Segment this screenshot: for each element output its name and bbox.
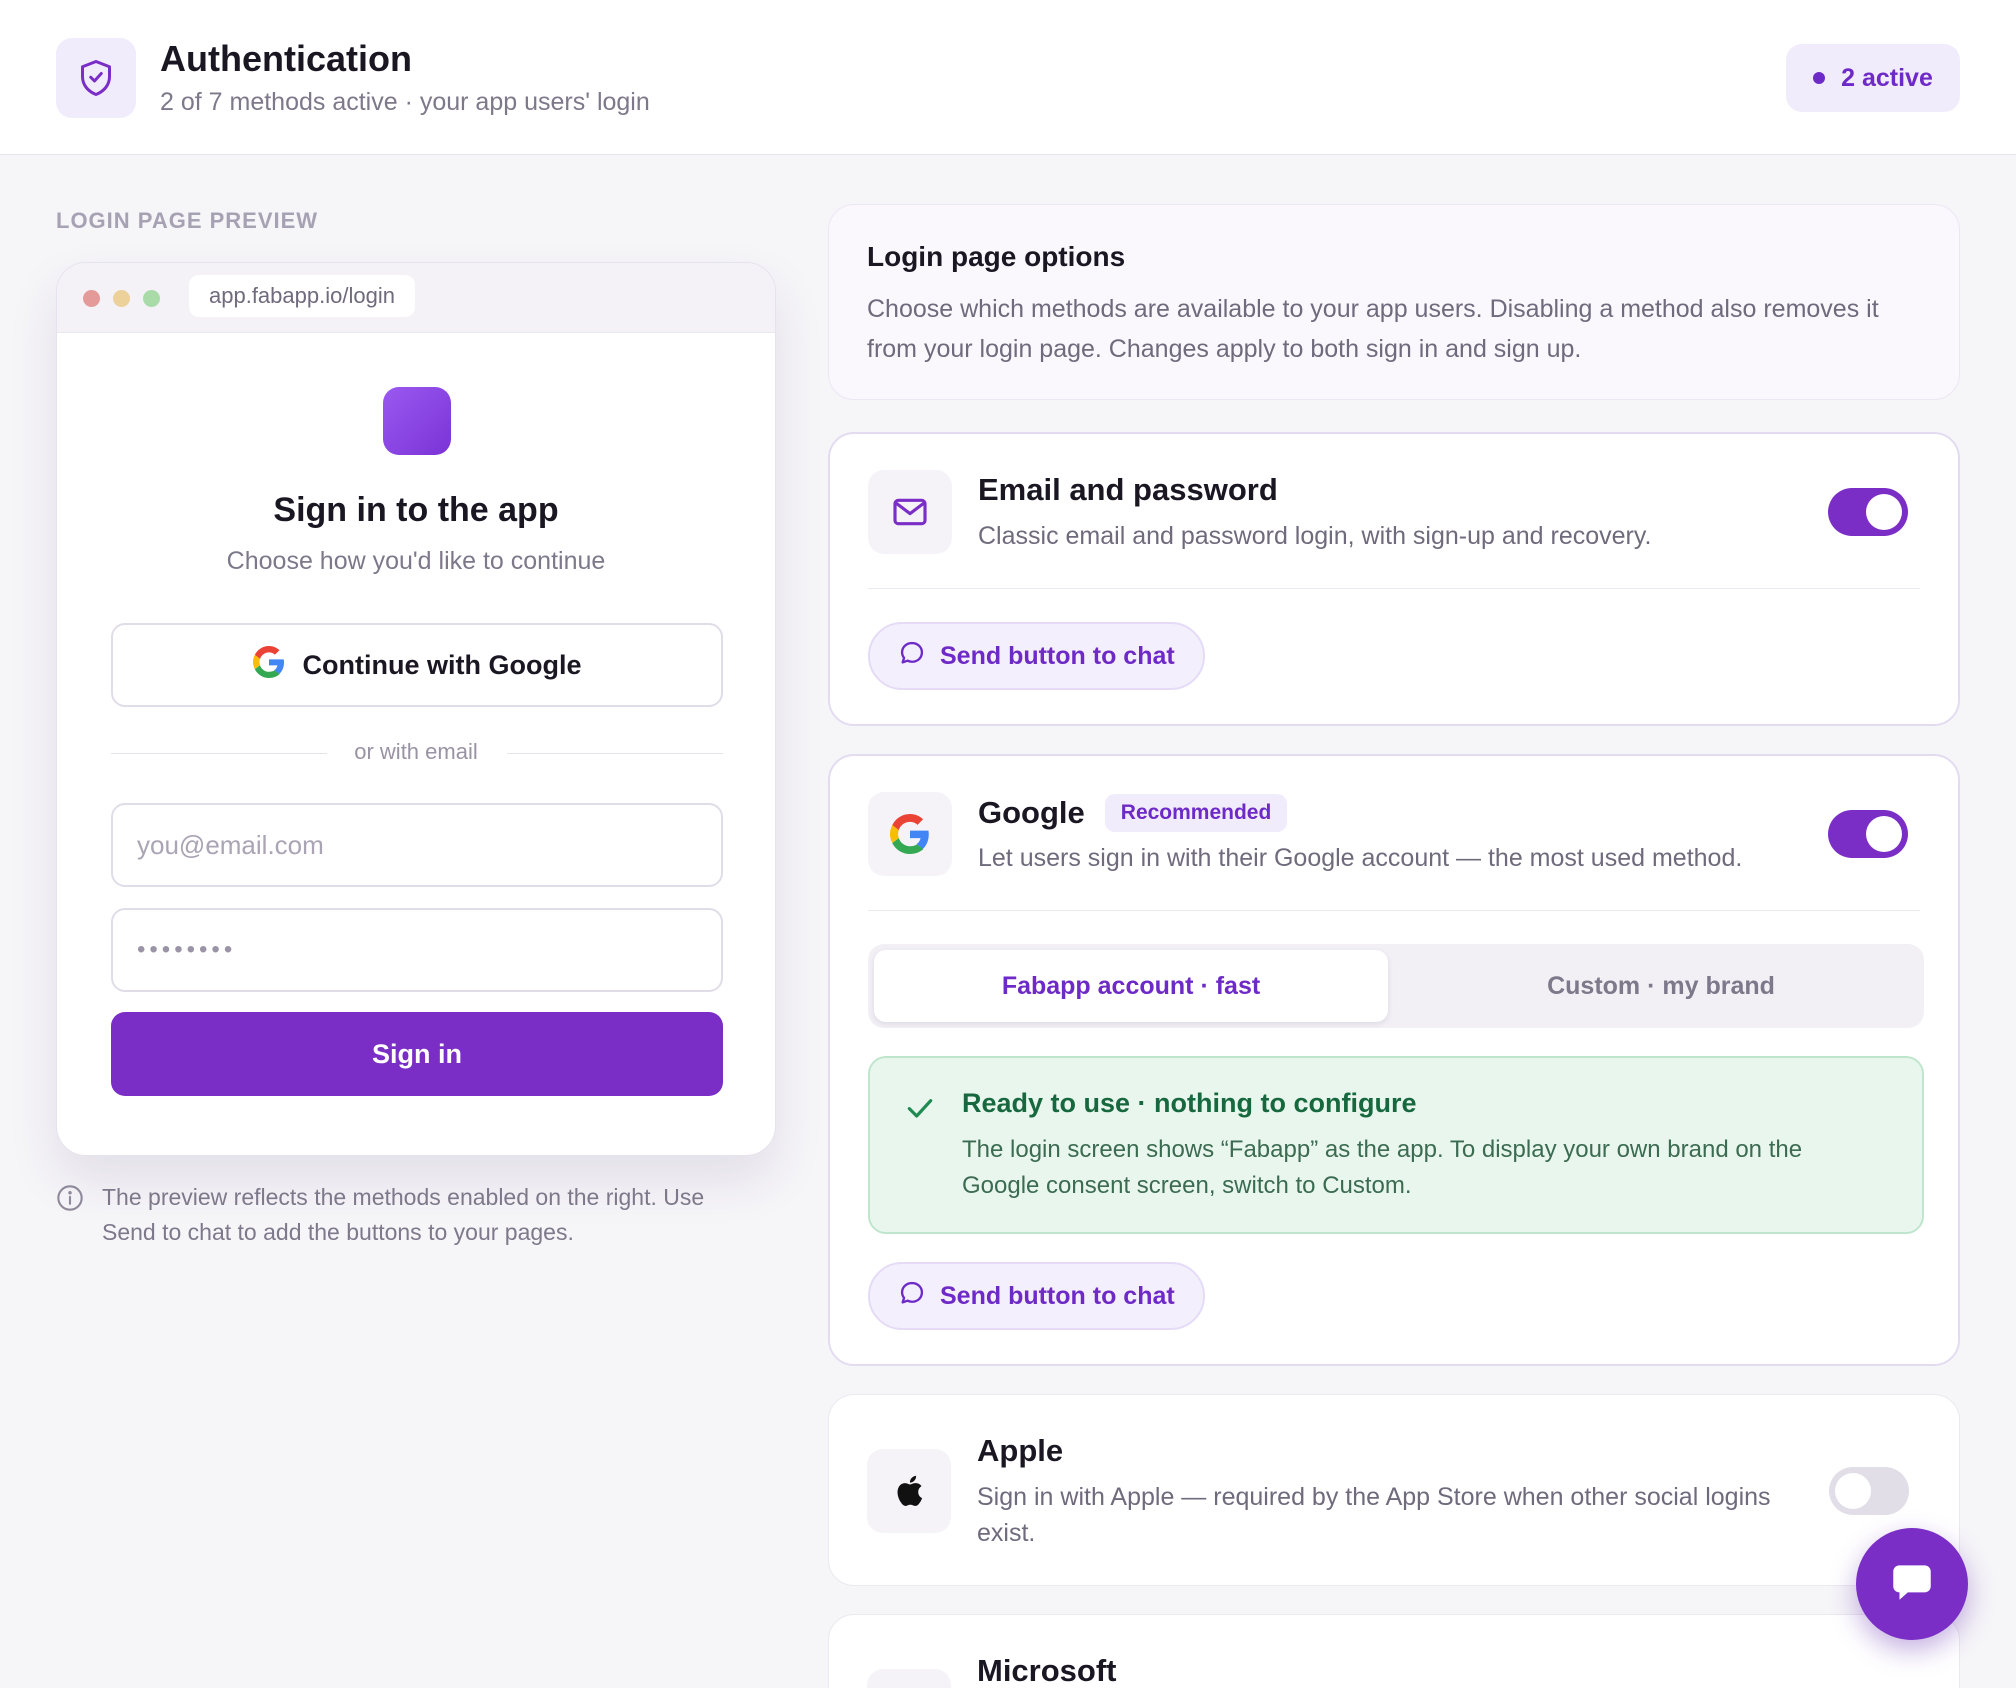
method-title: Email and password [978, 472, 1278, 507]
password-field[interactable]: •••••••• [111, 908, 723, 992]
google-icon [252, 645, 285, 685]
preview-title: Sign in to the app [273, 491, 559, 529]
google-icon [868, 792, 952, 876]
shield-check-icon [56, 38, 136, 118]
recommended-badge: Recommended [1104, 794, 1288, 832]
check-icon [904, 1092, 936, 1129]
mail-icon [868, 470, 952, 554]
divider-text: or with email [354, 739, 478, 764]
login-options-card: Login page options Choose which methods … [828, 204, 1960, 400]
status-dot-icon [1813, 72, 1826, 84]
options-title: Login page options [867, 241, 1126, 272]
send-email-button-to-chat[interactable]: Send button to chat [868, 622, 1205, 690]
login-preview-window: app.fabapp.io/login Sign in to the app C… [56, 262, 776, 1156]
window-maximize-dot-icon [143, 290, 160, 307]
preview-note: The preview reflects the methods enabled… [56, 1180, 756, 1250]
page-header: Authentication 2 of 7 methods active · y… [0, 0, 2016, 155]
active-count-badge: 2 active [1786, 44, 1960, 112]
segment-fabapp-account[interactable]: Fabapp account · fast [874, 950, 1388, 1022]
apple-method-toggle[interactable] [1829, 1467, 1909, 1515]
chat-fab-button[interactable] [1856, 1528, 1968, 1640]
apple-icon [867, 1449, 951, 1533]
microsoft-icon [867, 1669, 951, 1688]
method-title: Google Recommended [978, 794, 1288, 832]
email-field[interactable]: you@email.com [111, 803, 723, 887]
method-card-microsoft: Microsoft [828, 1614, 1960, 1688]
options-description: Choose which methods are available to yo… [867, 295, 1879, 363]
app-logo [383, 387, 451, 455]
method-description: Let users sign in with their Google acco… [978, 844, 1743, 872]
chat-bubble-icon [898, 1279, 926, 1314]
toggle-knob [1866, 494, 1902, 530]
method-description: Classic email and password login, with s… [978, 522, 1652, 550]
google-button-label: Continue with Google [302, 649, 582, 680]
chat-button-label: Send button to chat [940, 1281, 1175, 1310]
url-bar: app.fabapp.io/login [189, 275, 415, 317]
segment-custom-brand[interactable]: Custom · my brand [1404, 950, 1918, 1022]
divider [868, 588, 1920, 589]
divider [868, 910, 1920, 911]
email-method-toggle[interactable] [1828, 488, 1908, 536]
chat-bubble-icon [898, 639, 926, 674]
ready-description: The login screen shows “Fabapp” as the a… [962, 1136, 1803, 1199]
google-method-toggle[interactable] [1828, 810, 1908, 858]
toggle-knob [1866, 816, 1902, 852]
send-google-button-to-chat[interactable]: Send button to chat [868, 1262, 1205, 1330]
ready-status-box: Ready to use · nothing to configure The … [868, 1056, 1924, 1234]
method-card-email: Email and password Classic email and pas… [828, 432, 1960, 726]
window-minimize-dot-icon [113, 290, 130, 307]
browser-bar: app.fabapp.io/login [57, 263, 775, 333]
preview-section-label: LOGIN PAGE PREVIEW [56, 208, 319, 233]
google-mode-segmented-control: Fabapp account · fast Custom · my brand [868, 944, 1924, 1028]
page-subtitle: 2 of 7 methods active · your app users' … [160, 88, 650, 116]
page-title: Authentication [160, 38, 412, 79]
continue-with-google-button[interactable]: Continue with Google [111, 623, 723, 707]
method-description: Sign in with Apple — required by the App… [977, 1483, 1771, 1547]
method-card-google: Google Recommended Let users sign in wit… [828, 754, 1960, 1366]
method-title: Microsoft [977, 1653, 1117, 1688]
preview-subtitle: Choose how you'd like to continue [226, 547, 606, 575]
info-icon [56, 1184, 84, 1250]
method-title: Apple [977, 1433, 1064, 1468]
chat-button-label: Send button to chat [940, 641, 1175, 670]
preview-note-text: The preview reflects the methods enabled… [102, 1184, 705, 1245]
sign-in-button[interactable]: Sign in [111, 1012, 723, 1096]
active-count-label: 2 active [1841, 63, 1933, 92]
ready-title: Ready to use · nothing to configure [962, 1088, 1417, 1118]
method-card-apple: Apple Sign in with Apple — required by t… [828, 1394, 1960, 1586]
toggle-knob [1835, 1473, 1871, 1509]
window-close-dot-icon [83, 290, 100, 307]
chat-icon [1887, 1557, 1937, 1612]
